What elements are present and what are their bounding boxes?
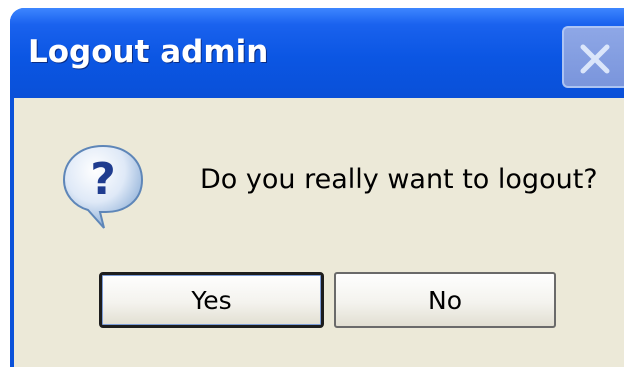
title-bar[interactable]: Logout admin: [10, 8, 624, 98]
screen: Logout admin ? Do you really want to log…: [0, 0, 624, 367]
close-icon: [580, 44, 610, 74]
window-title: Logout admin: [28, 34, 269, 70]
question-icon: ?: [62, 144, 144, 229]
dialog-message: Do you really want to logout?: [200, 164, 598, 195]
close-button[interactable]: [562, 26, 624, 88]
dialog-window: Logout admin ? Do you really want to log…: [10, 8, 624, 367]
no-button[interactable]: No: [334, 272, 556, 328]
yes-button[interactable]: Yes: [99, 272, 324, 328]
dialog-body: ? Do you really want to logout? Yes No: [10, 98, 624, 367]
svg-text:?: ?: [90, 154, 116, 205]
